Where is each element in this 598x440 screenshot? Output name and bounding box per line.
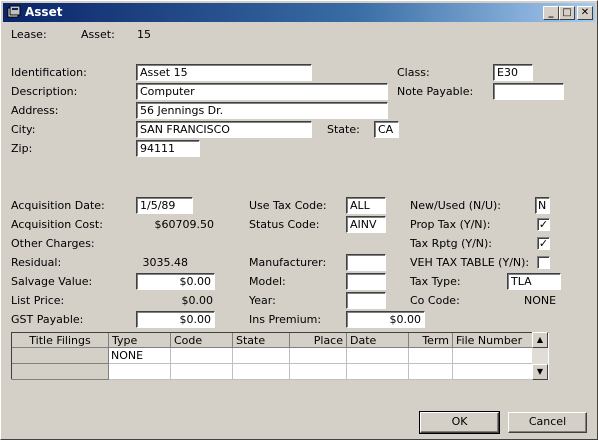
title-filings-header: Title Filings <box>12 333 109 348</box>
class-field[interactable]: E30 <box>493 64 533 81</box>
acquisition-cost-label: Acquisition Cost: <box>11 218 103 231</box>
identification-field[interactable]: Asset 15 <box>136 64 312 81</box>
column-header-state[interactable]: State <box>233 333 290 348</box>
asset-number: 15 <box>137 28 151 41</box>
minimize-button[interactable]: _ <box>543 6 559 20</box>
table-cell[interactable] <box>171 348 233 364</box>
veh-tax-table-checkbox[interactable] <box>537 256 550 269</box>
app-icon <box>7 5 21 18</box>
tax-rptg-checkbox[interactable]: ✓ <box>537 237 550 250</box>
acquisition-date-label: Acquisition Date: <box>11 199 105 212</box>
note-payable-label: Note Payable: <box>397 85 474 98</box>
ins-premium-label: Ins Premium: <box>249 313 322 326</box>
grid-scrollbar[interactable]: ▲ ▼ <box>532 332 548 380</box>
table-cell[interactable] <box>409 364 453 380</box>
note-payable-field[interactable] <box>493 83 564 100</box>
year-field[interactable] <box>346 292 386 309</box>
ins-premium-field[interactable]: $0.00 <box>346 311 425 328</box>
zip-field[interactable]: 94111 <box>136 140 200 157</box>
table-cell[interactable] <box>290 348 347 364</box>
list-price-label: List Price: <box>11 294 65 307</box>
table-cell[interactable] <box>233 364 290 380</box>
list-price-value: $0.00 <box>181 294 214 307</box>
state-label: State: <box>327 123 360 136</box>
table-cell[interactable] <box>453 348 533 364</box>
asset-label: Asset: <box>81 28 115 41</box>
asset-window: Asset _ □ ✕ Lease: Asset: 15 Identificat… <box>0 0 598 440</box>
state-field[interactable]: CA <box>374 121 399 138</box>
table-cell[interactable]: NONE <box>109 348 171 364</box>
title-bar[interactable]: Asset _ □ ✕ <box>3 3 595 22</box>
tax-type-field[interactable]: TLA <box>507 273 561 290</box>
co-code-value: NONE <box>524 294 557 307</box>
table-cell[interactable] <box>233 348 290 364</box>
address-field[interactable]: 56 Jennings Dr. <box>136 102 388 119</box>
table-cell[interactable] <box>453 364 533 380</box>
row-header[interactable] <box>12 364 109 380</box>
title-filings-grid[interactable]: Title Filings Type Code State Place Date… <box>11 332 549 380</box>
description-field[interactable]: Computer <box>136 83 388 100</box>
row-header[interactable] <box>12 348 109 364</box>
city-label: City: <box>11 123 36 136</box>
cancel-button[interactable]: Cancel <box>508 412 587 433</box>
column-header-term[interactable]: Term <box>409 333 453 348</box>
model-field[interactable] <box>346 273 386 290</box>
scroll-down-icon[interactable]: ▼ <box>532 364 548 380</box>
acquisition-date-field[interactable]: 1/5/89 <box>136 197 193 214</box>
new-used-label: New/Used (N/U): <box>410 199 502 212</box>
residual-label: Residual: <box>11 256 62 269</box>
tax-type-label: Tax Type: <box>410 275 461 288</box>
model-label: Model: <box>249 275 286 288</box>
city-field[interactable]: SAN FRANCISCO <box>136 121 312 138</box>
column-header-type[interactable]: Type <box>109 333 171 348</box>
veh-tax-table-label: VEH TAX TABLE (Y/N): <box>410 256 530 269</box>
description-label: Description: <box>11 85 78 98</box>
use-tax-code-label: Use Tax Code: <box>249 199 327 212</box>
salvage-value-label: Salvage Value: <box>11 275 93 288</box>
table-cell[interactable] <box>409 348 453 364</box>
table-cell[interactable] <box>347 348 409 364</box>
ok-button[interactable]: OK <box>419 411 500 434</box>
column-header-date[interactable]: Date <box>347 333 409 348</box>
lease-label: Lease: <box>11 28 47 41</box>
column-header-file-number[interactable]: File Number <box>453 333 533 348</box>
gst-payable-field[interactable]: $0.00 <box>136 311 215 328</box>
identification-label: Identification: <box>11 66 87 79</box>
class-label: Class: <box>397 66 430 79</box>
window-title: Asset <box>25 5 63 19</box>
status-code-field[interactable]: AINV <box>346 216 386 233</box>
salvage-value-field[interactable]: $0.00 <box>136 273 215 290</box>
manufacturer-field[interactable] <box>346 254 386 271</box>
residual-value: 3035.48 <box>142 256 189 269</box>
table-cell[interactable] <box>109 364 171 380</box>
address-label: Address: <box>11 104 59 117</box>
year-label: Year: <box>249 294 276 307</box>
prop-tax-label: Prop Tax (Y/N): <box>410 218 491 231</box>
new-used-field[interactable]: N <box>535 197 550 214</box>
gst-payable-label: GST Payable: <box>11 313 84 326</box>
table-cell[interactable] <box>347 364 409 380</box>
column-header-code[interactable]: Code <box>171 333 233 348</box>
prop-tax-checkbox[interactable]: ✓ <box>537 218 550 231</box>
status-code-label: Status Code: <box>249 218 320 231</box>
zip-label: Zip: <box>11 142 33 155</box>
use-tax-code-field[interactable]: ALL <box>346 197 386 214</box>
manufacturer-label: Manufacturer: <box>249 256 327 269</box>
column-header-place[interactable]: Place <box>290 333 347 348</box>
table-cell[interactable] <box>290 364 347 380</box>
acquisition-cost-value: $60709.50 <box>154 218 215 231</box>
table-cell[interactable] <box>171 364 233 380</box>
co-code-label: Co Code: <box>410 294 460 307</box>
other-charges-label: Other Charges: <box>11 237 95 250</box>
close-button[interactable]: ✕ <box>577 6 593 20</box>
tax-rptg-label: Tax Rptg (Y/N): <box>410 237 493 250</box>
maximize-button[interactable]: □ <box>559 6 575 20</box>
scroll-up-icon[interactable]: ▲ <box>532 332 548 348</box>
